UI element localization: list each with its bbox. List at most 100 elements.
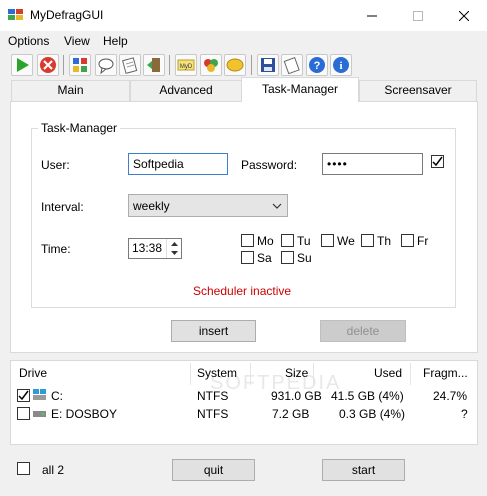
day-checkbox-tu[interactable] [281,234,294,247]
drive-checkbox[interactable] [17,389,30,402]
close-icon [459,10,469,21]
svg-text:MyD: MyD [180,64,193,70]
table-row[interactable]: C: NTFS 931.0 GB 41.5 GB (4%) 24.7% [13,386,475,404]
windows-drive-icon [33,389,46,400]
menu-help[interactable]: Help [103,34,128,48]
day-label-su: Su [297,251,312,265]
script-icon [122,57,138,74]
colors-icon [204,59,218,72]
column-header-used[interactable]: Used [374,366,402,380]
drive-system: NTFS [197,389,229,403]
svg-text:?: ? [314,60,321,72]
group-title: Task-Manager [38,121,121,135]
minimize-icon [367,15,377,16]
save-button[interactable] [257,54,279,76]
floppy-save-icon [261,58,275,72]
select-all-label: all 2 [42,463,65,477]
chat-button[interactable] [224,54,246,76]
scheduler-status: Scheduler inactive [193,284,292,298]
diskmap-icon [73,58,87,72]
drive-checkbox[interactable] [17,407,30,420]
drive-name: E: DOSBOY [51,407,118,421]
day-label-we: We [337,234,355,248]
drive-name: C: [51,389,63,403]
column-header-drive[interactable]: Drive [19,366,47,380]
time-value: 13:38 [132,241,163,255]
drive-used: 0.3 GB (4%) [339,407,406,421]
start-button[interactable]: start [322,459,405,481]
tab-screensaver[interactable]: Screensaver [359,80,477,101]
day-checkbox-mo[interactable] [241,234,254,247]
drive-size: 931.0 GB [271,389,322,403]
day-label-tu: Tu [297,234,311,248]
diskmap-button[interactable] [69,54,91,76]
show-password-checkbox[interactable] [431,155,444,168]
colors-button[interactable] [200,54,222,76]
menu-view[interactable]: View [64,34,90,48]
play-icon [17,58,29,72]
exit-door-icon [147,58,160,72]
speech-bubble-icon [98,58,114,75]
minimize-button[interactable] [349,0,395,31]
info-button[interactable]: i [330,54,352,76]
toolbar: MyD ? i [0,51,487,79]
interval-value: weekly [133,199,170,213]
stop-icon [40,57,56,73]
title-bar: MyDefragGUI [0,0,487,31]
insert-button[interactable]: insert [171,320,256,342]
drive-size: 7.2 GB [272,407,310,421]
maximize-button[interactable] [395,0,441,31]
password-label: Password: [241,158,298,172]
info-icon: i [333,57,349,73]
drive-icon [33,411,46,417]
time-spinner[interactable] [166,239,181,258]
checkmark-icon [18,390,29,401]
mydefrag-button[interactable]: MyD [175,54,197,76]
script-button[interactable] [119,54,141,76]
stop-button[interactable] [37,54,59,76]
column-header-size[interactable]: Size [285,366,308,380]
drive-fragm: ? [461,407,468,421]
day-checkbox-fr[interactable] [401,234,414,247]
close-button[interactable] [441,0,487,31]
run-button[interactable] [11,54,33,76]
password-input[interactable]: •••• [322,153,423,175]
user-input[interactable]: Softpedia [128,153,228,175]
checkmark-icon [432,156,443,167]
day-checkbox-we[interactable] [321,234,334,247]
drive-used: 41.5 GB (4%) [331,389,404,403]
tab-main[interactable]: Main [11,80,130,101]
mydefrag-icon: MyD [177,59,195,71]
select-all-checkbox[interactable] [17,462,30,475]
menu-bar: Options View Help [0,31,487,51]
column-header-system[interactable]: System [197,366,237,380]
exit-button[interactable] [143,54,165,76]
drive-system: NTFS [197,407,229,421]
app-icon [8,9,23,20]
day-checkbox-th[interactable] [361,234,374,247]
day-checkbox-sa[interactable] [241,251,254,264]
quit-button[interactable]: quit [172,459,255,481]
svg-text:i: i [339,60,342,72]
table-row[interactable]: E: DOSBOY NTFS 7.2 GB 0.3 GB (4%) ? [13,404,475,422]
day-label-sa: Sa [257,251,272,265]
interval-label: Interval: [41,200,84,214]
day-label-th: Th [377,234,392,248]
day-label-fr: Fr [417,234,429,248]
column-header-fragm[interactable]: Fragm... [423,366,468,380]
edit-button[interactable] [281,54,303,76]
day-label-mo: Mo [257,234,274,248]
delete-button[interactable]: delete [320,320,406,342]
day-checkbox-su[interactable] [281,251,294,264]
chevron-down-icon [272,203,282,209]
tab-task-manager[interactable]: Task-Manager [241,77,359,102]
menu-options[interactable]: Options [8,34,49,48]
help-icon: ? [309,57,325,73]
messages-button[interactable] [95,54,117,76]
maximize-icon [413,10,423,21]
tab-advanced[interactable]: Advanced [130,80,242,101]
interval-select[interactable]: weekly [128,194,288,217]
help-button[interactable]: ? [306,54,328,76]
window-title: MyDefragGUI [30,8,104,22]
time-label: Time: [41,242,71,256]
